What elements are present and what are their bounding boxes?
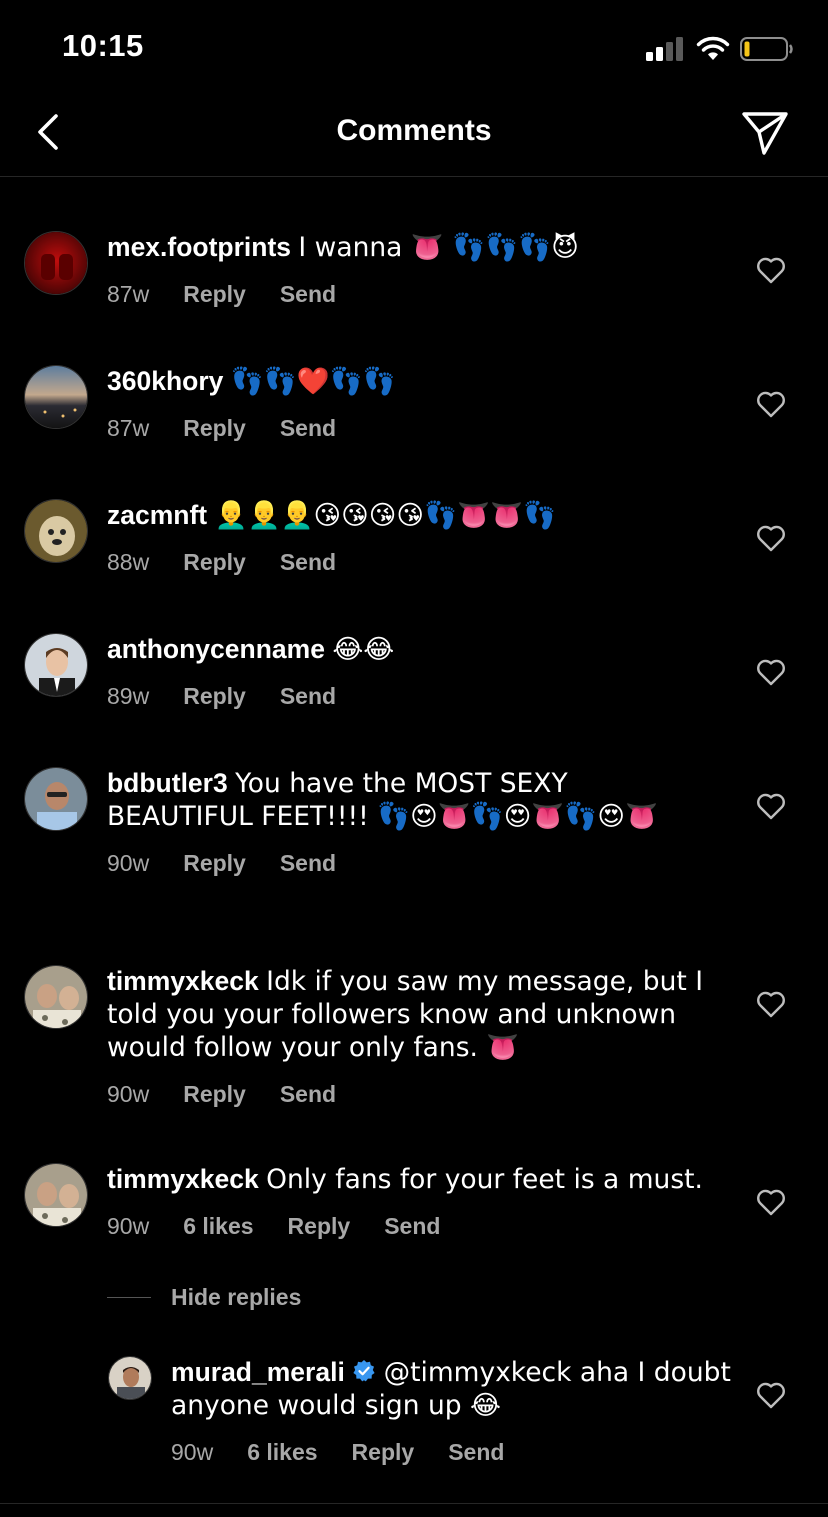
send-button[interactable]: Send: [280, 546, 336, 578]
avatar[interactable]: [24, 633, 88, 697]
avatar[interactable]: [24, 231, 88, 295]
send-button[interactable]: Send: [280, 1078, 336, 1110]
paper-plane-icon: [742, 112, 788, 155]
comment-text-block: bdbutler3 You have the MOST SEXY BEAUTIF…: [107, 767, 707, 833]
reply-button[interactable]: Reply: [183, 412, 246, 444]
reply-button[interactable]: Reply: [183, 847, 246, 879]
wifi-icon: [696, 36, 730, 60]
divider: [0, 1503, 828, 1504]
comment-text-block: mex.footprints I wanna 👅 👣👣👣😈: [107, 231, 707, 264]
like-heart-icon[interactable]: [756, 390, 786, 418]
avatar[interactable]: [24, 1163, 88, 1227]
comment-time: 87w: [107, 415, 150, 441]
like-heart-icon[interactable]: [756, 1381, 786, 1409]
avatar[interactable]: [24, 767, 88, 831]
comment-text-block: anthonycenname 😂😂: [107, 633, 707, 666]
send-button[interactable]: Send: [280, 680, 336, 712]
header-bar: Comments: [0, 90, 828, 177]
comment-text: 👱‍♂️👱‍♂️👱‍♂️😘😘😘😘👣👅👅👣: [214, 500, 556, 531]
comment-meta: 87w Reply Send: [107, 412, 707, 444]
avatar[interactable]: [24, 365, 88, 429]
like-heart-icon[interactable]: [756, 658, 786, 686]
comment-time: 87w: [107, 281, 150, 307]
username-link[interactable]: 360khory: [107, 366, 223, 396]
comment-time: 90w: [107, 1213, 150, 1239]
comment-text-block: timmyxkeck Idk if you saw my message, bu…: [107, 965, 707, 1064]
username-link[interactable]: timmyxkeck: [107, 1164, 259, 1194]
reply-button[interactable]: Reply: [183, 546, 246, 578]
comment-text-block: zacmnft 👱‍♂️👱‍♂️👱‍♂️😘😘😘😘👣👅👅👣: [107, 499, 707, 532]
username-link[interactable]: mex.footprints: [107, 232, 291, 262]
comment-text: 👣👣❤️👣👣: [230, 366, 396, 397]
comment-text: 😂😂: [332, 634, 395, 665]
send-button[interactable]: Send: [280, 412, 336, 444]
send-button[interactable]: Send: [448, 1436, 504, 1468]
send-button[interactable]: Send: [384, 1210, 440, 1242]
username-link[interactable]: anthonycenname: [107, 634, 325, 664]
reply-button[interactable]: Reply: [183, 1078, 246, 1110]
like-heart-icon[interactable]: [756, 792, 786, 820]
verified-badge-icon: [353, 1360, 375, 1382]
page-title: Comments: [336, 114, 492, 147]
like-heart-icon[interactable]: [756, 1188, 786, 1216]
comment-text: Only fans for your feet is a must.: [266, 1164, 703, 1195]
reply-button[interactable]: Reply: [352, 1436, 415, 1468]
likes-count[interactable]: 6 likes: [247, 1436, 317, 1468]
comment-text-block: timmyxkeck Only fans for your feet is a …: [107, 1163, 707, 1196]
username-link[interactable]: bdbutler3: [107, 768, 228, 798]
comment-meta: 88w Reply Send: [107, 546, 707, 578]
comment-meta: 87w Reply Send: [107, 278, 707, 310]
send-button[interactable]: Send: [280, 847, 336, 879]
cellular-signal-icon: [646, 37, 683, 61]
like-heart-icon[interactable]: [756, 256, 786, 284]
like-heart-icon[interactable]: [756, 524, 786, 552]
username-link[interactable]: timmyxkeck: [107, 966, 259, 996]
send-button[interactable]: Send: [280, 278, 336, 310]
avatar[interactable]: [24, 499, 88, 563]
status-icons: [646, 36, 794, 62]
username-link[interactable]: zacmnft: [107, 500, 207, 530]
comment-time: 90w: [171, 1439, 214, 1465]
avatar[interactable]: [108, 1356, 152, 1400]
like-heart-icon[interactable]: [756, 990, 786, 1018]
hide-replies-label: Hide replies: [171, 1284, 302, 1310]
comment-meta: 90w Reply Send: [107, 1078, 707, 1110]
reply-button[interactable]: Reply: [183, 680, 246, 712]
comment-time: 90w: [107, 1081, 150, 1107]
battery-icon: [740, 37, 793, 61]
comment-text-block: murad_merali @timmyxkeck aha I doubt any…: [171, 1356, 731, 1422]
comment-text-block: 360khory 👣👣❤️👣👣: [107, 365, 707, 398]
likes-count[interactable]: 6 likes: [183, 1210, 253, 1242]
hide-replies-button[interactable]: Hide replies: [107, 1284, 301, 1311]
comment-time: 88w: [107, 549, 150, 575]
username-link[interactable]: murad_merali: [171, 1357, 345, 1387]
comment-time: 89w: [107, 683, 150, 709]
status-time: 10:15: [62, 28, 144, 63]
comment-meta: 89w Reply Send: [107, 680, 707, 712]
divider: [107, 1297, 151, 1298]
comment-text: I wanna 👅 👣👣👣😈: [298, 232, 579, 263]
comment-meta: 90w 6 likes Reply Send: [107, 1210, 707, 1242]
reply-button[interactable]: Reply: [183, 278, 246, 310]
reply-button[interactable]: Reply: [288, 1210, 351, 1242]
avatar[interactable]: [24, 965, 88, 1029]
comment-meta: 90w Reply Send: [107, 847, 707, 879]
comment-time: 90w: [107, 850, 150, 876]
comment-meta: 90w 6 likes Reply Send: [171, 1436, 731, 1468]
status-bar: 10:15: [0, 0, 828, 90]
share-button[interactable]: [740, 108, 790, 158]
